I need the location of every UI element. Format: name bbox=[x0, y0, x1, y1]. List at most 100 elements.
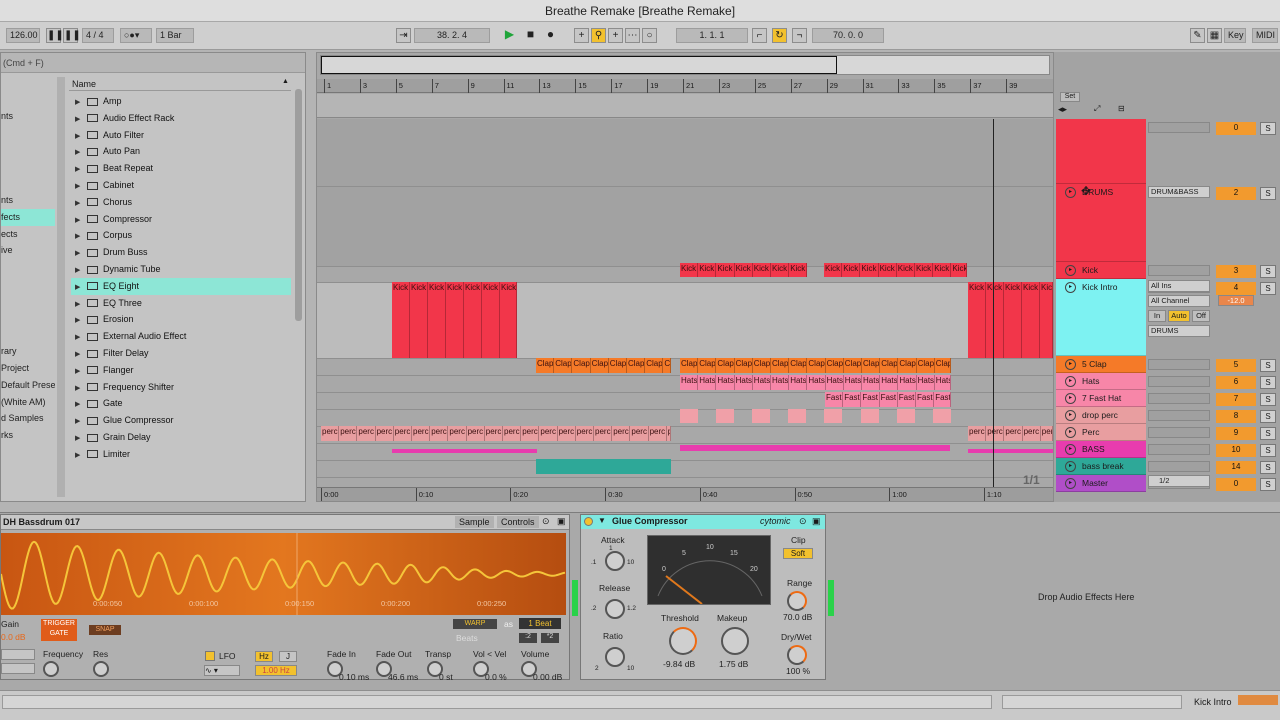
arrangement-clip[interactable]: Clap bbox=[554, 358, 573, 373]
arrangement-clip[interactable] bbox=[752, 409, 770, 423]
expand-arrow-icon[interactable]: ▶ bbox=[75, 245, 87, 262]
browser-category[interactable]: Project bbox=[1, 360, 55, 377]
track-header[interactable]: ▸ bass break bbox=[1056, 458, 1146, 475]
glue-settings-icon[interactable]: ⊙ bbox=[799, 516, 807, 527]
arrangement-clip[interactable]: perc bbox=[1004, 426, 1023, 441]
arrangement-clip[interactable]: Kick bbox=[986, 282, 1004, 358]
expand-arrow-icon[interactable]: ▶ bbox=[75, 161, 87, 178]
browser-item[interactable]: ▶ Drum Buss bbox=[71, 244, 291, 261]
track-number[interactable]: 9 bbox=[1216, 427, 1256, 440]
lfo-hz-button[interactable]: Hz bbox=[255, 651, 273, 662]
arrangement-clip[interactable]: Fast bbox=[843, 392, 862, 407]
loop-start-field[interactable]: 1. 1. 1 bbox=[676, 28, 748, 43]
arrangement-clip[interactable]: Kick bbox=[789, 263, 808, 277]
expand-arrow-icon[interactable]: ▶ bbox=[75, 380, 87, 397]
double-button[interactable]: *2 bbox=[541, 633, 559, 643]
browser-item[interactable]: ▶ Auto Pan bbox=[71, 143, 291, 160]
monitor-off-button[interactable]: Off bbox=[1192, 310, 1210, 322]
master-output-select[interactable]: 1/2 bbox=[1148, 475, 1210, 487]
browser-category[interactable]: (White AM) bbox=[1, 394, 55, 411]
fold-icon[interactable]: ▸ bbox=[1065, 478, 1076, 489]
release-knob[interactable] bbox=[605, 599, 625, 619]
sort-up-icon[interactable]: ▲ bbox=[282, 78, 289, 85]
arrangement-clip[interactable]: Kick bbox=[428, 282, 446, 358]
arrangement-clip[interactable]: Clap bbox=[862, 358, 881, 373]
ratio-knob[interactable] bbox=[605, 647, 625, 667]
arrangement-clip[interactable]: Hats bbox=[916, 375, 935, 390]
arrangement-clip[interactable]: Kick bbox=[464, 282, 482, 358]
zoom-icon[interactable]: ⤢ bbox=[1094, 104, 1100, 114]
expand-arrow-icon[interactable]: ▶ bbox=[75, 329, 87, 346]
fold-icon[interactable]: ▸ bbox=[1065, 427, 1076, 438]
expand-arrow-icon[interactable]: ▶ bbox=[75, 195, 87, 212]
arrangement-clip[interactable]: Clap bbox=[645, 358, 664, 373]
solo-button[interactable]: S bbox=[1260, 444, 1276, 457]
input-type-select[interactable]: All Ins bbox=[1148, 280, 1210, 292]
loop-switch-button[interactable]: ↻ bbox=[772, 28, 787, 43]
warp-button[interactable]: WARP bbox=[453, 619, 497, 629]
arrangement-clip[interactable]: Kick bbox=[1040, 282, 1053, 358]
arrangement-clip[interactable]: perc bbox=[503, 426, 522, 441]
arrangement-clip[interactable]: perc bbox=[666, 426, 671, 441]
arrangement-clip[interactable]: perc bbox=[630, 426, 649, 441]
arrangement-clip[interactable]: Hats bbox=[680, 375, 699, 390]
arrangement-clip[interactable]: Hats bbox=[898, 375, 917, 390]
bass-clip[interactable] bbox=[968, 449, 1053, 453]
categories-scrollbar[interactable] bbox=[57, 77, 65, 497]
browser-item[interactable]: ▶ Audio Effect Rack bbox=[71, 110, 291, 127]
expand-arrow-icon[interactable]: ▶ bbox=[75, 312, 87, 329]
browser-category[interactable] bbox=[1, 310, 55, 327]
expand-arrow-icon[interactable]: ▶ bbox=[75, 430, 87, 447]
track-number[interactable]: 3 bbox=[1216, 265, 1256, 278]
arrangement-clip[interactable]: Kick bbox=[446, 282, 464, 358]
fold-icon[interactable]: ▸ bbox=[1065, 265, 1076, 276]
expand-arrow-icon[interactable]: ▶ bbox=[75, 363, 87, 380]
nudge-button[interactable]: ❚❚ bbox=[63, 28, 81, 43]
browser-category[interactable] bbox=[1, 158, 55, 175]
lfo-sync-button[interactable]: J bbox=[279, 651, 297, 662]
collapse-icon[interactable]: ▼ bbox=[598, 516, 606, 525]
tempo-field[interactable]: 126.00 bbox=[6, 28, 40, 43]
solo-button[interactable]: S bbox=[1260, 410, 1276, 423]
arrangement-clip[interactable]: perc bbox=[539, 426, 558, 441]
browser-item[interactable]: ▶ Dynamic Tube bbox=[71, 261, 291, 278]
arrangement-clip[interactable]: Clap bbox=[916, 358, 935, 373]
arrangement-clip[interactable]: Kick bbox=[968, 282, 986, 358]
gain-value[interactable]: 0.0 dB bbox=[1, 632, 26, 642]
arrangement-clip[interactable]: perc bbox=[648, 426, 667, 441]
lfo-rate-field[interactable]: 1.00 Hz bbox=[255, 665, 297, 676]
output-select[interactable]: DRUMS bbox=[1148, 325, 1210, 337]
arrangement-clip[interactable]: Kick bbox=[860, 263, 879, 277]
solo-button[interactable]: S bbox=[1260, 122, 1276, 135]
browser-category[interactable]: ects bbox=[1, 226, 55, 243]
arrangement-clip[interactable]: Clap bbox=[825, 358, 844, 373]
fold-icon[interactable]: ▸ bbox=[1065, 187, 1076, 198]
res-knob[interactable] bbox=[93, 661, 109, 677]
browser-category[interactable]: d Samples bbox=[1, 410, 55, 427]
browser-category[interactable] bbox=[1, 175, 55, 192]
track-number[interactable]: 7 bbox=[1216, 393, 1256, 406]
browser-category[interactable] bbox=[1, 125, 55, 142]
arrangement-lane[interactable] bbox=[317, 461, 1053, 478]
arrangement-clip[interactable]: Clap bbox=[536, 358, 555, 373]
track-header[interactable]: ▸ 7 Fast Hat bbox=[1056, 390, 1146, 407]
fold-icon[interactable]: ▸ bbox=[1065, 376, 1076, 387]
warp-beats-field[interactable]: 1 Beat bbox=[519, 618, 561, 629]
quantize-menu[interactable]: 1 Bar bbox=[156, 28, 194, 43]
arrangement-clip[interactable]: perc bbox=[1022, 426, 1041, 441]
browser-category[interactable] bbox=[1, 142, 55, 159]
arrangement-clip[interactable]: Kick bbox=[1004, 282, 1022, 358]
arrangement-clip[interactable]: Hats bbox=[789, 375, 808, 390]
arrangement-clip[interactable]: perc bbox=[594, 426, 613, 441]
bass-clip[interactable] bbox=[680, 445, 950, 451]
browser-item[interactable]: ▶ Chorus bbox=[71, 194, 291, 211]
input-channel-select[interactable]: All Channel bbox=[1148, 295, 1210, 307]
punch-out-button[interactable]: ¬ bbox=[792, 28, 807, 43]
browser-item[interactable]: ▶ Compressor bbox=[71, 211, 291, 228]
expand-arrow-icon[interactable]: ▶ bbox=[75, 413, 87, 430]
solo-button[interactable]: S bbox=[1260, 478, 1276, 491]
arrangement-clip[interactable] bbox=[788, 409, 806, 423]
arrangement-clip[interactable] bbox=[824, 409, 842, 423]
track-number[interactable]: 4 bbox=[1216, 282, 1256, 295]
session-record-button[interactable]: ⋯ bbox=[625, 28, 640, 43]
